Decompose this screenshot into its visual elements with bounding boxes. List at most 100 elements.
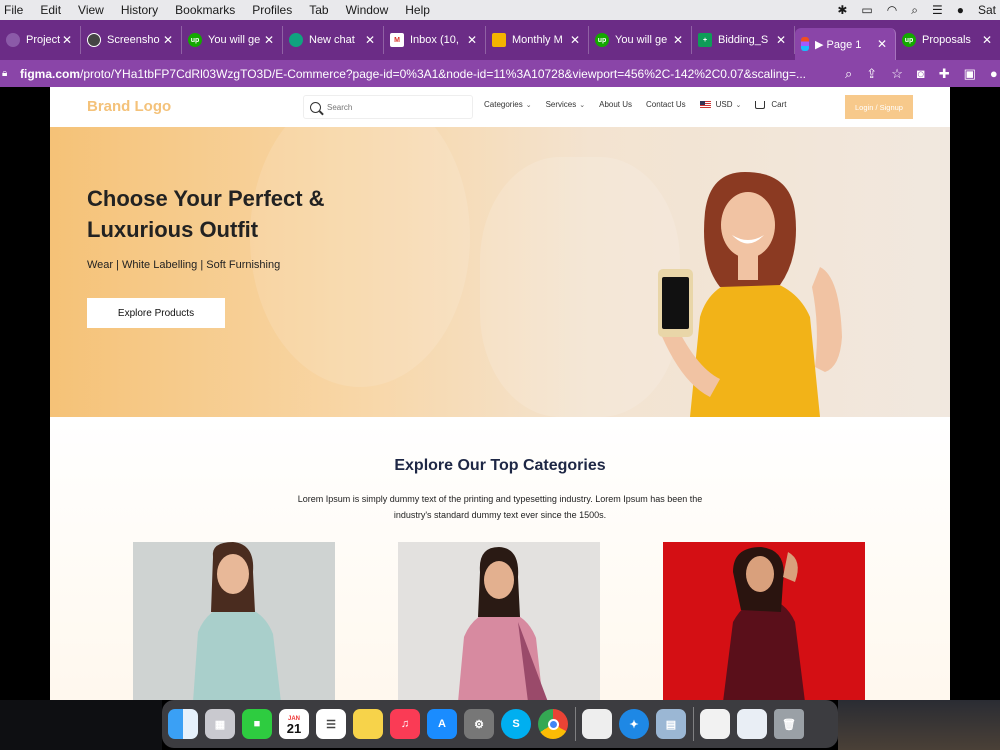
reminders-icon[interactable]: ☰ xyxy=(316,709,346,739)
share-icon[interactable]: ⇪ xyxy=(866,66,877,82)
tab-label: Inbox (10, xyxy=(410,34,459,46)
menu-window[interactable]: Window xyxy=(346,3,389,17)
browser-tab[interactable]: Screensho ✕ xyxy=(81,26,182,54)
browser-tab[interactable]: up You will ge ✕ xyxy=(182,26,283,54)
menu-file[interactable]: File xyxy=(4,3,23,17)
desktop-wallpaper xyxy=(0,700,162,750)
menu-profiles[interactable]: Profiles xyxy=(252,3,292,17)
category-card-3[interactable] xyxy=(663,542,865,700)
search-box[interactable] xyxy=(303,95,473,119)
hero-subtitle: Wear | White Labelling | Soft Furnishing xyxy=(87,259,281,271)
desktop-wallpaper xyxy=(838,700,1000,750)
site-navbar: Brand Logo Categories⌄ Services⌄ About U… xyxy=(50,87,950,127)
browser-tab[interactable]: Monthly M ✕ xyxy=(486,26,589,54)
facetime-icon[interactable]: ■ xyxy=(242,709,272,739)
dock-separator xyxy=(575,707,576,741)
browser-tab[interactable]: up Proposals ✕ xyxy=(896,26,1000,54)
preview-icon[interactable]: ▤ xyxy=(656,709,686,739)
spotlight-search-icon[interactable]: ⌕ xyxy=(911,3,918,18)
chevron-down-icon: ⌄ xyxy=(579,101,586,109)
currency-selector[interactable]: USD ⌄ xyxy=(699,100,742,109)
app-store-icon[interactable]: A xyxy=(427,709,457,739)
menubar-clock[interactable]: Sat xyxy=(978,3,996,17)
hero-model-image xyxy=(658,172,842,417)
battery-icon[interactable]: ▭ xyxy=(861,3,872,17)
category-image-3 xyxy=(723,547,805,700)
menu-history[interactable]: History xyxy=(121,3,158,17)
browser-tab[interactable]: Project Ca ✕ xyxy=(0,26,81,54)
nav-categories[interactable]: Categories ⌄ xyxy=(484,100,532,109)
close-icon[interactable]: ✕ xyxy=(60,33,74,47)
system-preferences-icon[interactable]: ⚙ xyxy=(464,709,494,739)
bluetooth-icon[interactable]: ✱ xyxy=(837,3,847,17)
nav-cart[interactable]: Cart xyxy=(755,100,787,109)
upwork-icon: up xyxy=(188,33,202,47)
nav-contact[interactable]: Contact Us xyxy=(646,100,686,109)
menu-tab[interactable]: Tab xyxy=(309,3,328,17)
menu-view[interactable]: View xyxy=(78,3,104,17)
notes-icon[interactable] xyxy=(353,709,383,739)
category-card-1[interactable] xyxy=(133,542,335,700)
close-icon[interactable]: ✕ xyxy=(363,33,377,47)
close-icon[interactable]: ✕ xyxy=(568,33,582,47)
control-center-icon[interactable]: ☰ xyxy=(932,3,943,17)
chrome-icon[interactable] xyxy=(538,709,568,739)
camera-icon[interactable]: ◙ xyxy=(917,66,925,82)
close-icon[interactable]: ✕ xyxy=(671,33,685,47)
music-icon[interactable]: ♫ xyxy=(390,709,420,739)
figma-icon xyxy=(801,37,809,51)
browser-tab[interactable]: New chat ✕ xyxy=(283,26,384,54)
document-icon[interactable] xyxy=(582,709,612,739)
close-icon[interactable]: ✕ xyxy=(161,33,175,47)
menu-help[interactable]: Help xyxy=(405,3,430,17)
calendar-icon[interactable]: JAN 21 xyxy=(279,709,309,739)
hero-banner: Choose Your Perfect & Luxurious Outfit W… xyxy=(50,127,950,417)
tab-label: Bidding_S xyxy=(718,34,769,46)
downloads-stack-icon[interactable] xyxy=(700,709,730,739)
browser-tab[interactable]: + Bidding_S ✕ xyxy=(692,26,795,54)
skype-icon[interactable]: S xyxy=(501,709,531,739)
explore-products-button[interactable]: Explore Products xyxy=(87,298,225,328)
url-field[interactable]: figma.com/proto/YHa1tbFP7CdRl03WzgTO3D/E… xyxy=(20,67,835,81)
extensions-icon[interactable]: ✚ xyxy=(939,66,950,82)
calendar-day: 21 xyxy=(286,721,302,736)
profile-icon[interactable]: ● xyxy=(990,66,998,82)
launchpad-icon[interactable]: ▦ xyxy=(205,709,235,739)
url-domain: figma.com xyxy=(20,66,81,81)
bookmark-star-icon[interactable]: ☆ xyxy=(891,66,903,82)
close-icon[interactable]: ✕ xyxy=(774,33,788,47)
close-icon[interactable]: ✕ xyxy=(465,33,479,47)
browser-tab[interactable]: M Inbox (10, ✕ xyxy=(384,26,486,54)
tab-label: You will ge xyxy=(615,34,668,46)
menu-bookmarks[interactable]: Bookmarks xyxy=(175,3,235,17)
finder-icon[interactable] xyxy=(168,709,198,739)
close-icon[interactable]: ✕ xyxy=(980,33,994,47)
nav-categories-label: Categories xyxy=(484,100,523,109)
menu-edit[interactable]: Edit xyxy=(40,3,61,17)
sidebar-icon[interactable]: ▣ xyxy=(964,66,976,82)
tab-label: You will ge xyxy=(208,34,261,46)
safari-icon[interactable]: ✦ xyxy=(619,709,649,739)
currency-label: USD xyxy=(715,100,733,109)
nav-links: Categories ⌄ Services ⌄ About Us Contact U… xyxy=(484,100,801,109)
screenshot-stack-icon[interactable] xyxy=(737,709,767,739)
wifi-icon[interactable]: ◠ xyxy=(887,3,897,17)
login-signup-button[interactable]: Login / Signup xyxy=(845,95,913,119)
address-bar: 🔒︎ figma.com/proto/YHa1tbFP7CdRl03WzgTO3… xyxy=(0,60,1000,87)
project-icon xyxy=(6,33,20,47)
siri-icon[interactable]: ● xyxy=(957,3,964,17)
nav-services[interactable]: Services ⌄ xyxy=(546,100,586,109)
brand-logo[interactable]: Brand Logo xyxy=(87,98,171,115)
category-image-2 xyxy=(458,547,548,700)
close-icon[interactable]: ✕ xyxy=(875,37,889,51)
search-input[interactable] xyxy=(327,102,457,112)
browser-tab-active[interactable]: ▶ Page 1 ✕ xyxy=(795,28,896,60)
nav-about[interactable]: About Us xyxy=(599,100,632,109)
browser-tab[interactable]: up You will ge ✕ xyxy=(589,26,692,54)
zoom-icon[interactable]: ⌕ xyxy=(845,66,852,82)
trash-icon[interactable]: 🗑︎ xyxy=(774,709,804,739)
chevron-down-icon: ⌄ xyxy=(735,101,742,109)
category-card-2[interactable] xyxy=(398,542,600,700)
close-icon[interactable]: ✕ xyxy=(262,33,276,47)
lock-icon[interactable]: 🔒︎ xyxy=(2,68,16,79)
